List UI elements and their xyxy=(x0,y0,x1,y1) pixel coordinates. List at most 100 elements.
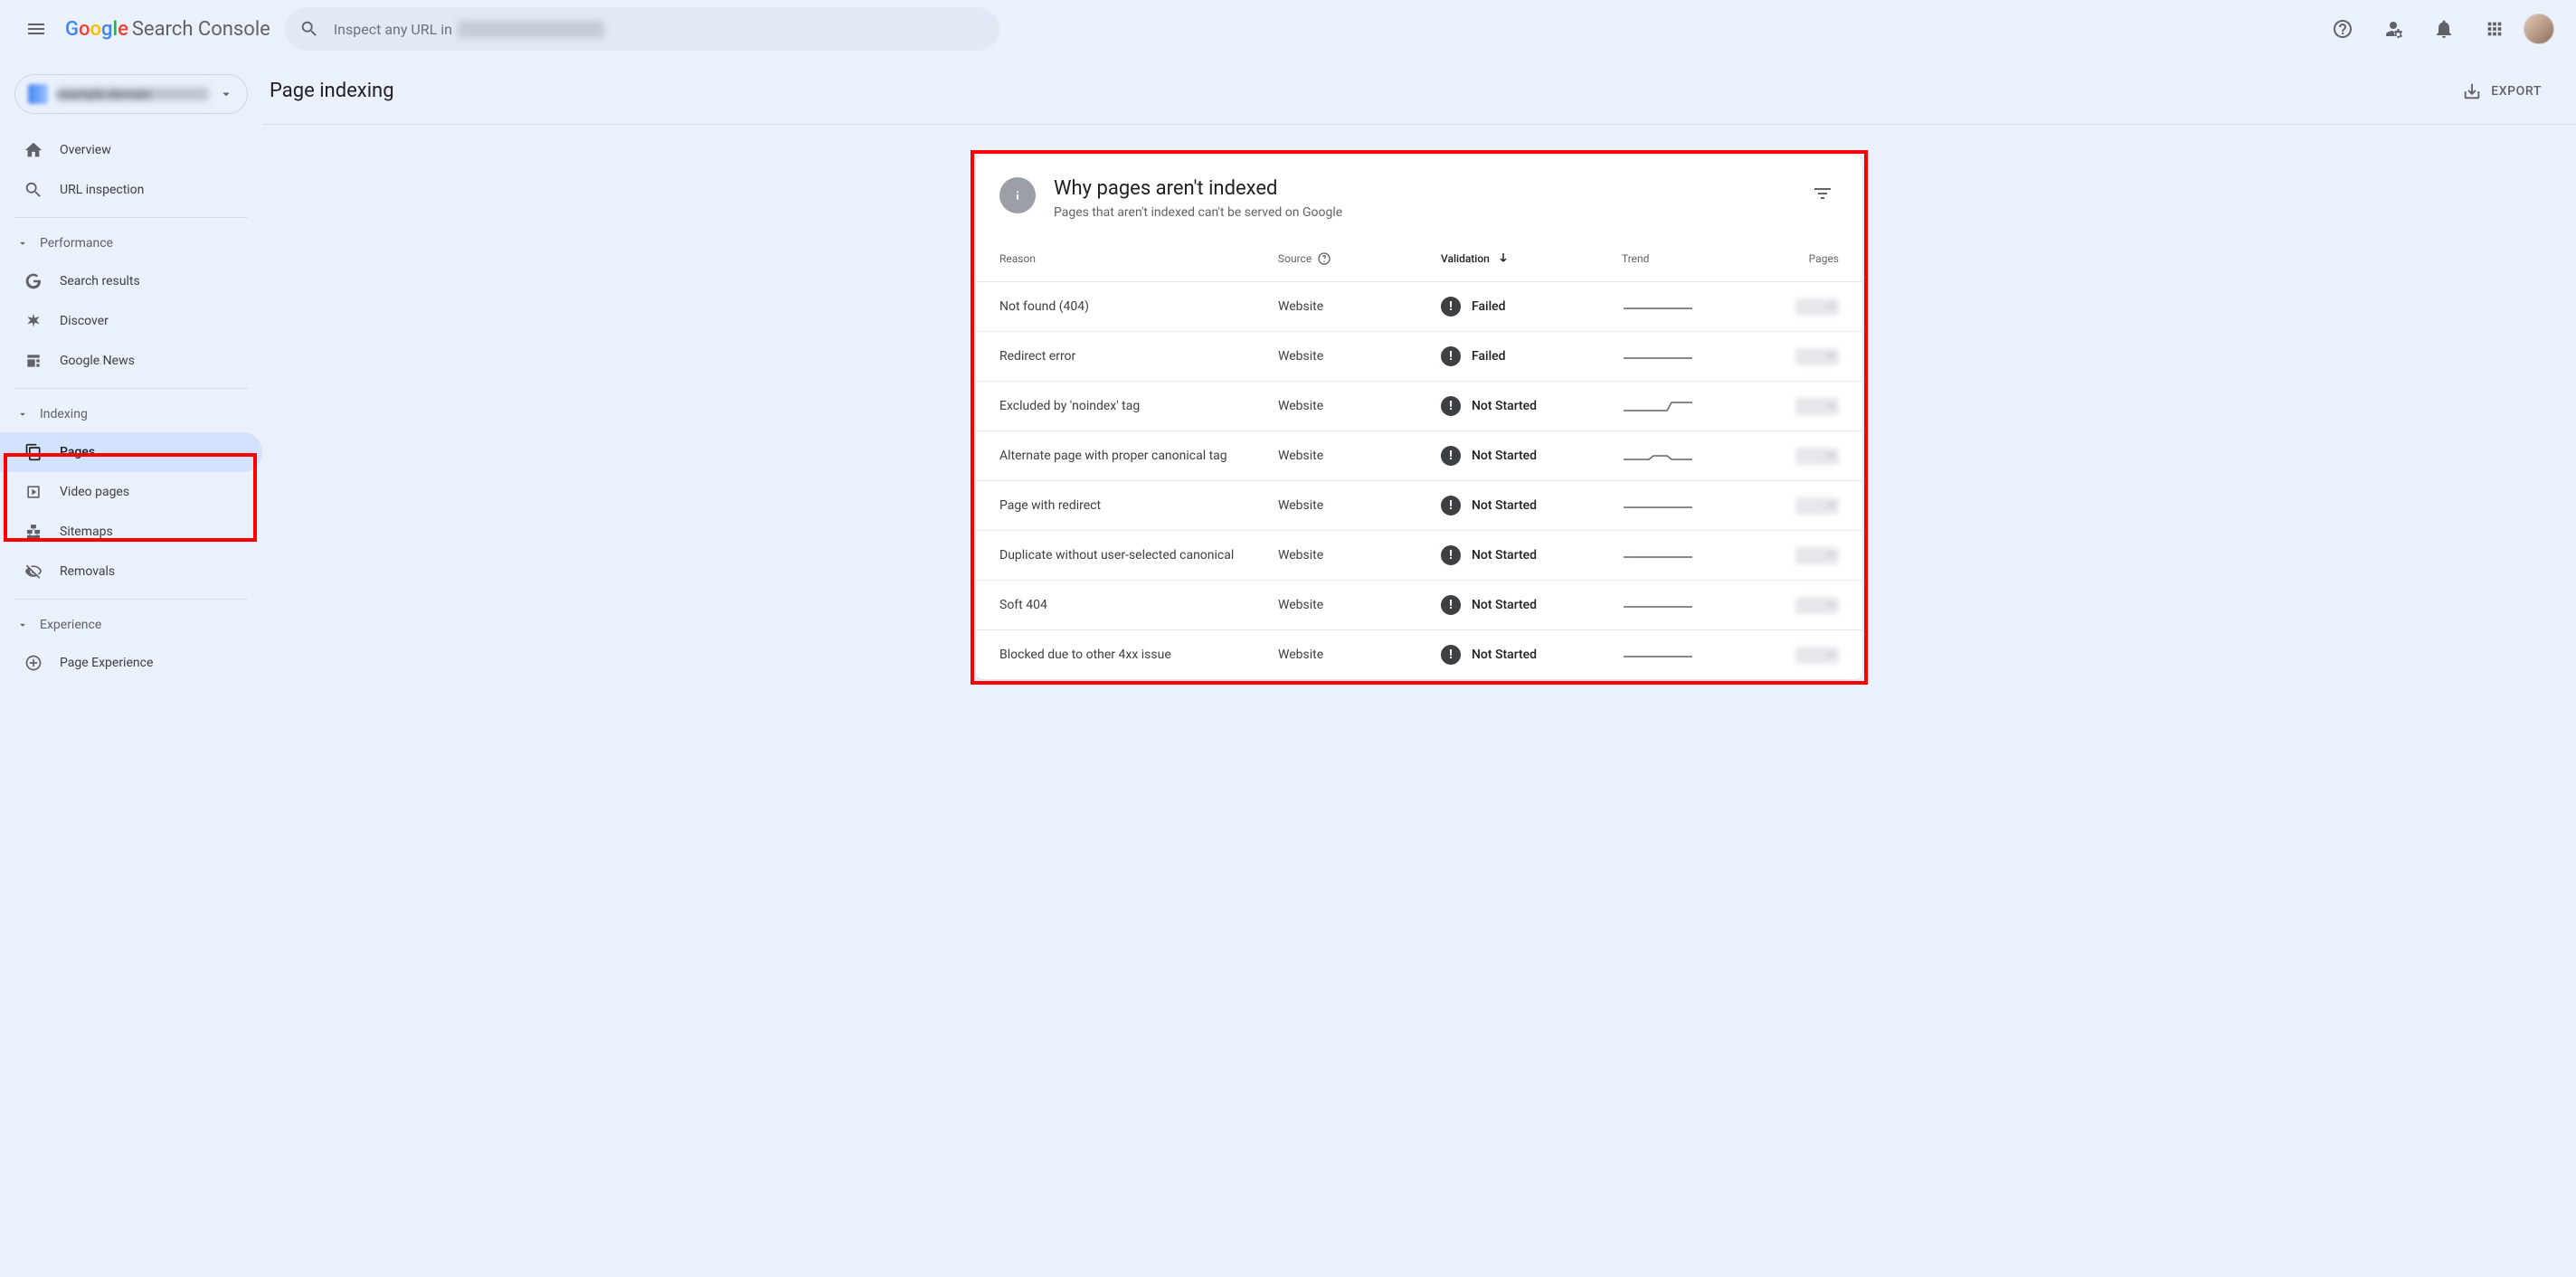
video-icon xyxy=(24,482,43,502)
table-body: Not found (404)Website!Failed— Redirect e… xyxy=(976,281,1862,679)
validation-status: Not Started xyxy=(1472,648,1537,662)
cell-trend xyxy=(1622,646,1748,664)
table-row[interactable]: Page with redirectWebsite!Not Started— xyxy=(976,480,1862,530)
sidebar: example-domain Overview URL inspection P… xyxy=(0,58,262,1277)
table-row[interactable]: Redirect errorWebsite!Failed— xyxy=(976,331,1862,381)
sidebar-section-indexing[interactable]: Indexing xyxy=(0,396,262,432)
page-title: Page indexing xyxy=(270,80,394,102)
section-title: Experience xyxy=(40,618,101,632)
table-row[interactable]: Duplicate without user-selected canonica… xyxy=(976,530,1862,580)
help-button[interactable] xyxy=(2321,7,2364,51)
menu-button[interactable] xyxy=(14,7,58,51)
cell-trend xyxy=(1622,596,1748,614)
sidebar-item-label: Google News xyxy=(60,354,135,368)
sidebar-item-video-pages[interactable]: Video pages xyxy=(0,472,262,512)
circle-plus-icon xyxy=(24,653,43,673)
cell-source: Website xyxy=(1278,598,1441,612)
filter-icon xyxy=(1812,183,1833,204)
sidebar-item-search-results[interactable]: Search results xyxy=(0,261,262,301)
validation-status: Not Started xyxy=(1472,449,1537,463)
cell-pages: — xyxy=(1795,547,1839,564)
sidebar-section-performance[interactable]: Performance xyxy=(0,225,262,261)
table-row[interactable]: Not found (404)Website!Failed— xyxy=(976,281,1862,331)
layout: example-domain Overview URL inspection P… xyxy=(0,58,2576,1277)
cell-reason: Alternate page with proper canonical tag xyxy=(999,449,1278,463)
table-row[interactable]: Blocked due to other 4xx issueWebsite!No… xyxy=(976,629,1862,679)
info-icon xyxy=(999,177,1036,213)
sidebar-item-google-news[interactable]: Google News xyxy=(0,341,262,381)
table-row[interactable]: Soft 404Website! Not Started — xyxy=(976,580,1862,629)
logo[interactable]: Google Search Console xyxy=(65,18,270,41)
sidebar-item-removals[interactable]: Removals xyxy=(0,552,262,591)
product-name: Search Console xyxy=(132,18,270,41)
col-trend[interactable]: Trend xyxy=(1622,252,1748,265)
property-selector[interactable]: example-domain xyxy=(14,74,248,114)
cell-trend xyxy=(1622,397,1748,415)
header-right xyxy=(2321,7,2562,51)
header-left: Google Search Console xyxy=(14,7,270,51)
search-icon xyxy=(299,19,319,39)
validation-status: Failed xyxy=(1472,349,1506,364)
cell-reason: Redirect error xyxy=(999,349,1278,364)
cell-source: Website xyxy=(1278,399,1441,413)
section-title: Performance xyxy=(40,236,113,251)
table-row[interactable]: Alternate page with proper canonical tag… xyxy=(976,430,1862,480)
sidebar-item-pages[interactable]: Pages xyxy=(0,432,262,472)
cell-source: Website xyxy=(1278,498,1441,513)
cell-validation: ! Not Started xyxy=(1441,645,1622,665)
section-title: Indexing xyxy=(40,407,88,421)
col-source[interactable]: Source xyxy=(1278,251,1441,266)
sidebar-section-experience[interactable]: Experience xyxy=(0,607,262,643)
sidebar-item-label: Overview xyxy=(60,143,111,157)
cell-pages: — xyxy=(1795,348,1839,365)
sitemap-icon xyxy=(24,522,43,542)
cell-pages: — xyxy=(1795,597,1839,614)
cell-validation: !Not Started xyxy=(1441,446,1622,466)
user-gear-icon xyxy=(2382,18,2404,40)
sidebar-item-sitemaps[interactable]: Sitemaps xyxy=(0,512,262,552)
table-row[interactable]: Excluded by 'noindex' tagWebsite!Not Sta… xyxy=(976,381,1862,430)
warning-icon: ! xyxy=(1441,396,1461,416)
sidebar-item-overview[interactable]: Overview xyxy=(0,130,262,170)
home-icon xyxy=(24,140,43,160)
google-logo-text: Google xyxy=(65,18,128,41)
export-button[interactable]: EXPORT xyxy=(2453,74,2551,109)
validation-status: Failed xyxy=(1472,299,1506,314)
sidebar-item-label: Removals xyxy=(60,564,115,579)
warning-icon: ! xyxy=(1441,595,1461,615)
cell-source: Website xyxy=(1278,449,1441,463)
user-settings-button[interactable] xyxy=(2372,7,2415,51)
sidebar-item-discover[interactable]: Discover xyxy=(0,301,262,341)
warning-icon: ! xyxy=(1441,496,1461,516)
content-area: Why pages aren't indexed Pages that aren… xyxy=(262,125,2576,1277)
validation-status: Not Started xyxy=(1472,498,1537,513)
warning-icon: ! xyxy=(1441,645,1461,665)
download-icon xyxy=(2462,81,2482,101)
cell-validation: ! Not Started xyxy=(1441,396,1622,416)
account-avatar[interactable] xyxy=(2524,14,2554,44)
export-label: EXPORT xyxy=(2491,84,2542,99)
cell-reason: Soft 404 xyxy=(999,598,1278,612)
cell-pages: — xyxy=(1795,448,1839,465)
issues-table: Reason Source Validation Trend Pages Not… xyxy=(976,236,1862,679)
sidebar-item-url-inspection[interactable]: URL inspection xyxy=(0,170,262,210)
property-favicon xyxy=(28,84,48,104)
apps-button[interactable] xyxy=(2473,7,2516,51)
search-wrap: Inspect any URL in example-domain.com xyxy=(285,7,2306,51)
cell-source: Website xyxy=(1278,548,1441,563)
cell-reason: Page with redirect xyxy=(999,498,1278,513)
validation-status: Not Started xyxy=(1472,399,1537,413)
cell-pages: — xyxy=(1795,647,1839,664)
filter-button[interactable] xyxy=(1806,177,1839,210)
sidebar-item-page-experience[interactable]: Page Experience xyxy=(0,643,262,683)
col-validation[interactable]: Validation xyxy=(1441,251,1622,267)
col-pages[interactable]: Pages xyxy=(1748,252,1839,265)
notifications-button[interactable] xyxy=(2422,7,2466,51)
validation-status: Not Started xyxy=(1472,598,1537,612)
help-icon[interactable] xyxy=(1317,251,1331,266)
asterisk-icon xyxy=(24,311,43,331)
col-reason[interactable]: Reason xyxy=(999,252,1278,265)
sidebar-item-label: Pages xyxy=(60,445,95,459)
url-search-bar[interactable]: Inspect any URL in example-domain.com xyxy=(285,7,999,51)
help-icon xyxy=(2332,18,2353,40)
